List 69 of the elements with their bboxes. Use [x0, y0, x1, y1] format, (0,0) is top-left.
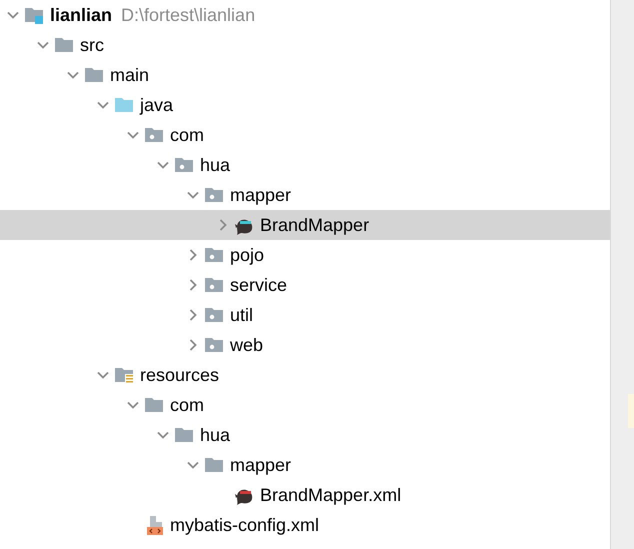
tree-row[interactable]: mapper — [0, 450, 610, 480]
tree-row[interactable]: util — [0, 300, 610, 330]
node-label: mapper — [230, 184, 292, 207]
node-label: lianlian — [50, 4, 112, 27]
chevron-right-icon[interactable] — [187, 339, 199, 351]
chevron-right-icon[interactable] — [187, 249, 199, 261]
package-icon — [204, 245, 224, 265]
folder-icon — [54, 35, 74, 55]
package-icon — [144, 125, 164, 145]
package-icon — [204, 185, 224, 205]
node-label: pojo — [230, 244, 264, 267]
tree-row[interactable]: resources — [0, 360, 610, 390]
node-label: hua — [200, 154, 230, 177]
chevron-down-icon[interactable] — [157, 429, 169, 441]
tree-row[interactable]: main — [0, 60, 610, 90]
tree-row[interactable]: com — [0, 120, 610, 150]
node-label: java — [140, 94, 174, 117]
node-label: BrandMapper.xml — [260, 484, 402, 507]
node-label: com — [170, 394, 204, 417]
chevron-down-icon[interactable] — [187, 459, 199, 471]
package-icon — [174, 155, 194, 175]
package-icon — [204, 275, 224, 295]
tree-row[interactable]: BrandMapper.xml — [0, 480, 610, 510]
tree-row[interactable]: web — [0, 330, 610, 360]
node-label: mybatis-config.xml — [170, 514, 320, 537]
node-label: src — [80, 34, 104, 57]
xml-file-icon — [144, 515, 164, 535]
folder-icon — [84, 65, 104, 85]
path-label: D:\fortest\lianlian — [121, 4, 256, 27]
chevron-down-icon[interactable] — [7, 9, 19, 21]
folder-icon — [174, 425, 194, 445]
resource-folder-icon — [114, 365, 134, 385]
folder-icon — [204, 455, 224, 475]
tree-row[interactable]: mybatis-config.xml — [0, 510, 610, 540]
node-label: main — [110, 64, 150, 87]
chevron-right-icon[interactable] — [217, 219, 229, 231]
tree-row[interactable]: pojo — [0, 240, 610, 270]
tree-row[interactable]: service — [0, 270, 610, 300]
module-folder-icon — [24, 5, 44, 25]
chevron-down-icon[interactable] — [157, 159, 169, 171]
tree-row[interactable]: mapper — [0, 180, 610, 210]
tree-row[interactable]: hua — [0, 150, 610, 180]
tree-row[interactable]: src — [0, 30, 610, 60]
node-label: com — [170, 124, 204, 147]
chevron-down-icon[interactable] — [37, 39, 49, 51]
tree-row[interactable]: java — [0, 90, 610, 120]
chevron-right-icon[interactable] — [187, 309, 199, 321]
tree-row[interactable]: com — [0, 390, 610, 420]
node-label: service — [230, 274, 288, 297]
node-label: mapper — [230, 454, 292, 477]
node-label: web — [230, 334, 264, 357]
chevron-down-icon[interactable] — [187, 189, 199, 201]
package-icon — [204, 335, 224, 355]
node-label: BrandMapper — [260, 214, 370, 237]
package-icon — [204, 305, 224, 325]
folder-icon — [114, 95, 134, 115]
node-label: hua — [200, 424, 230, 447]
chevron-down-icon[interactable] — [127, 399, 139, 411]
chevron-down-icon[interactable] — [127, 129, 139, 141]
chevron-down-icon[interactable] — [97, 99, 109, 111]
selected-tree-row[interactable]: BrandMapper — [0, 210, 610, 240]
chevron-down-icon[interactable] — [67, 69, 79, 81]
tree-row[interactable]: lianlian D:\fortest\lianlian — [0, 0, 610, 30]
chevron-right-icon[interactable] — [187, 279, 199, 291]
node-label: resources — [140, 364, 220, 387]
tree-row[interactable]: hua — [0, 420, 610, 450]
chevron-down-icon[interactable] — [97, 369, 109, 381]
folder-icon — [144, 395, 164, 415]
node-label: util — [230, 304, 254, 327]
